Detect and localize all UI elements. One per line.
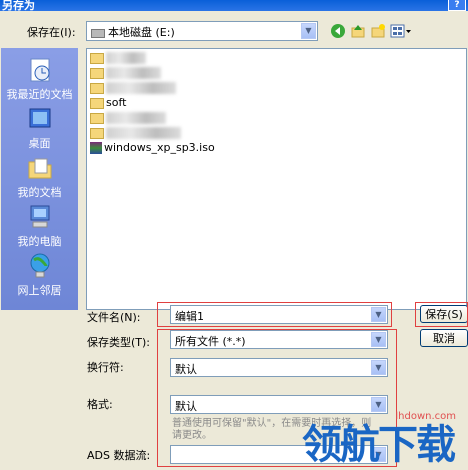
iso-file-icon bbox=[90, 142, 102, 154]
list-item[interactable]: windows_xp_sp3.iso bbox=[90, 141, 215, 156]
place-label: 桌面 bbox=[28, 137, 51, 150]
list-item[interactable]: soft bbox=[90, 96, 126, 111]
folder-icon bbox=[90, 97, 104, 109]
newline-label: 换行符: bbox=[87, 361, 124, 374]
place-label: 我的电脑 bbox=[17, 235, 62, 248]
folder-icon bbox=[90, 67, 104, 79]
window-title: 另存为 bbox=[2, 0, 35, 12]
back-icon[interactable] bbox=[330, 23, 346, 39]
desktop-icon bbox=[29, 108, 50, 128]
watermark-url: lhdown.com bbox=[395, 411, 456, 422]
help-button[interactable]: ? bbox=[448, 0, 466, 11]
file-name: soft bbox=[106, 96, 127, 109]
folder-icon bbox=[90, 112, 104, 124]
place-my-computer[interactable]: 我的电脑 bbox=[1, 203, 78, 249]
list-item[interactable] bbox=[90, 51, 146, 66]
lookin-label: 保存在(I): bbox=[27, 26, 76, 39]
watermark: 领航下载 lhdown.com bbox=[300, 400, 468, 468]
highlight-box bbox=[415, 302, 468, 327]
cancel-button[interactable]: 取消 bbox=[420, 329, 468, 347]
folder-icon bbox=[90, 82, 104, 94]
place-my-documents[interactable]: 我的文档 bbox=[1, 154, 78, 200]
list-item[interactable] bbox=[90, 126, 181, 141]
place-desktop[interactable]: 桌面 bbox=[1, 105, 78, 151]
recent-documents-icon bbox=[30, 58, 49, 82]
savetype-label: 保存类型(T): bbox=[87, 336, 151, 349]
drive-icon bbox=[91, 28, 105, 38]
filename-label: 文件名(N): bbox=[87, 311, 141, 324]
place-recent-documents[interactable]: 我最近的文档 bbox=[1, 56, 78, 102]
folder-icon bbox=[90, 52, 104, 64]
ads-label: ADS 数据流: bbox=[87, 449, 151, 462]
file-name: windows_xp_sp3.iso bbox=[104, 141, 215, 154]
chevron-down-icon[interactable]: ▼ bbox=[301, 23, 316, 39]
views-menu-icon[interactable] bbox=[390, 23, 412, 39]
list-item[interactable] bbox=[90, 81, 176, 96]
new-folder-icon[interactable] bbox=[370, 23, 386, 39]
place-label: 我最近的文档 bbox=[6, 88, 73, 101]
folder-icon bbox=[90, 127, 104, 139]
file-list[interactable]: soft windows_xp_sp3.iso bbox=[86, 48, 467, 310]
lookin-dropdown[interactable]: 本地磁盘 (E:) ▼ bbox=[86, 21, 318, 41]
up-folder-icon[interactable] bbox=[350, 23, 366, 39]
my-documents-icon bbox=[28, 158, 51, 179]
place-label: 我的文档 bbox=[17, 186, 62, 199]
places-bar: 我最近的文档 桌面 我的文档 我的电脑 网上邻居 bbox=[1, 48, 78, 310]
place-label: 网上邻居 bbox=[17, 284, 62, 297]
network-places-icon bbox=[30, 253, 49, 278]
title-bar: 另存为 ? bbox=[0, 0, 468, 12]
lookin-value: 本地磁盘 (E:) bbox=[108, 26, 175, 39]
place-network[interactable]: 网上邻居 bbox=[1, 252, 78, 298]
highlight-box bbox=[157, 302, 392, 327]
list-item[interactable] bbox=[90, 66, 161, 81]
format-label: 格式: bbox=[87, 398, 113, 411]
my-computer-icon bbox=[30, 205, 49, 228]
list-item[interactable] bbox=[90, 111, 166, 126]
